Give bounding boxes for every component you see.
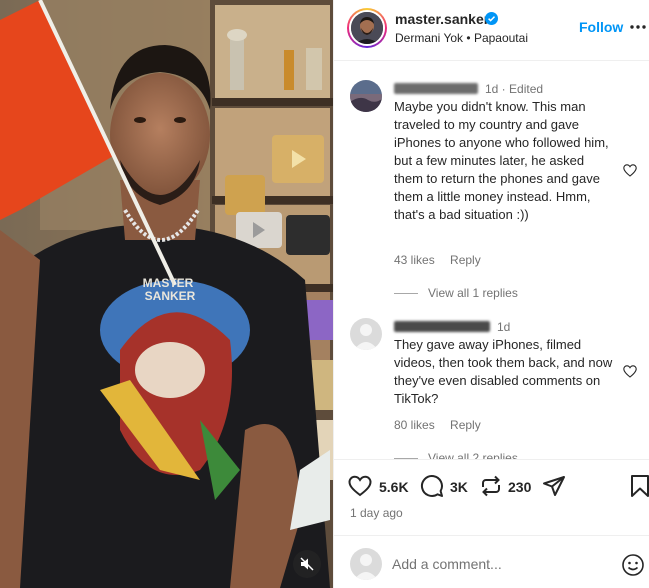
share-icon[interactable] [542,474,566,498]
like-count[interactable]: 5.6K [379,479,409,495]
default-avatar-icon [350,318,382,350]
comment-like-heart-icon[interactable] [623,164,637,177]
comment-icon[interactable] [420,474,444,498]
current-user-avatar [350,548,382,580]
view-replies-label: View all 2 replies [428,451,518,459]
comment-meta: 80 likes Reply [394,418,493,432]
mute-button[interactable] [293,550,321,578]
shirt-text-2: SANKER [145,289,196,303]
comments-list[interactable]: 1d · Edited Maybe you didn't know. This … [334,61,649,459]
heart-icon[interactable] [348,474,372,498]
comment-text: Maybe you didn't know. This man traveled… [394,99,609,222]
comment-likes[interactable]: 80 likes [394,418,435,432]
post-header: master.sanker Dermani Yok • Papaoutai Fo… [334,0,649,56]
verified-badge-icon [485,12,498,25]
actions-divider [334,459,649,460]
subtitle-separator: • [466,31,471,45]
default-avatar-icon [350,548,382,580]
view-replies-button[interactable]: View all 2 replies [394,451,518,459]
post-actions: 5.6K 3K 230 [334,468,649,504]
comment-time: 1d · Edited [485,82,544,96]
location-name[interactable]: Papaoutai [474,31,528,45]
emoji-icon[interactable] [621,553,645,577]
comment-username-blurred[interactable] [394,83,478,94]
comment-meta: 43 likes Reply [394,253,493,267]
post-date[interactable]: 1 day ago [350,506,403,520]
more-horizontal-icon[interactable] [630,24,646,30]
comment-likes[interactable]: 43 likes [394,253,435,267]
author-username[interactable]: master.sanker [395,11,489,27]
comment-count[interactable]: 3K [450,479,468,495]
composer-divider [334,535,649,536]
audio-name[interactable]: Dermani Yok [395,31,463,45]
muted-speaker-icon [300,557,314,571]
reply-button[interactable]: Reply [450,253,481,267]
video-frame: MASTER SANKER [0,0,333,588]
comment-avatar[interactable] [350,318,382,350]
reply-button[interactable]: Reply [450,418,481,432]
post-video[interactable]: MASTER SANKER [0,0,333,588]
landscape-avatar-image [350,80,382,112]
comment-time: 1d [497,320,511,334]
shirt-text-1: MASTER [143,276,194,290]
follow-button[interactable]: Follow [579,19,623,35]
replies-dash [394,292,418,294]
post-side-panel: master.sanker Dermani Yok • Papaoutai Fo… [333,0,649,588]
comment-avatar[interactable] [350,80,382,112]
avatar-face [351,12,383,44]
comment-input[interactable] [392,553,612,575]
post-subtitle: Dermani Yok • Papaoutai [395,31,528,45]
save-icon[interactable] [628,474,649,498]
view-replies-button[interactable]: View all 1 replies [394,286,518,300]
repost-count[interactable]: 230 [508,479,531,495]
author-avatar[interactable] [347,8,387,48]
view-replies-label: View all 1 replies [428,286,518,300]
comment-username-blurred[interactable] [394,321,490,332]
comment-text: They gave away iPhones, filmed videos, t… [394,337,613,406]
comment-like-heart-icon[interactable] [623,365,637,378]
repost-icon[interactable] [479,474,503,498]
